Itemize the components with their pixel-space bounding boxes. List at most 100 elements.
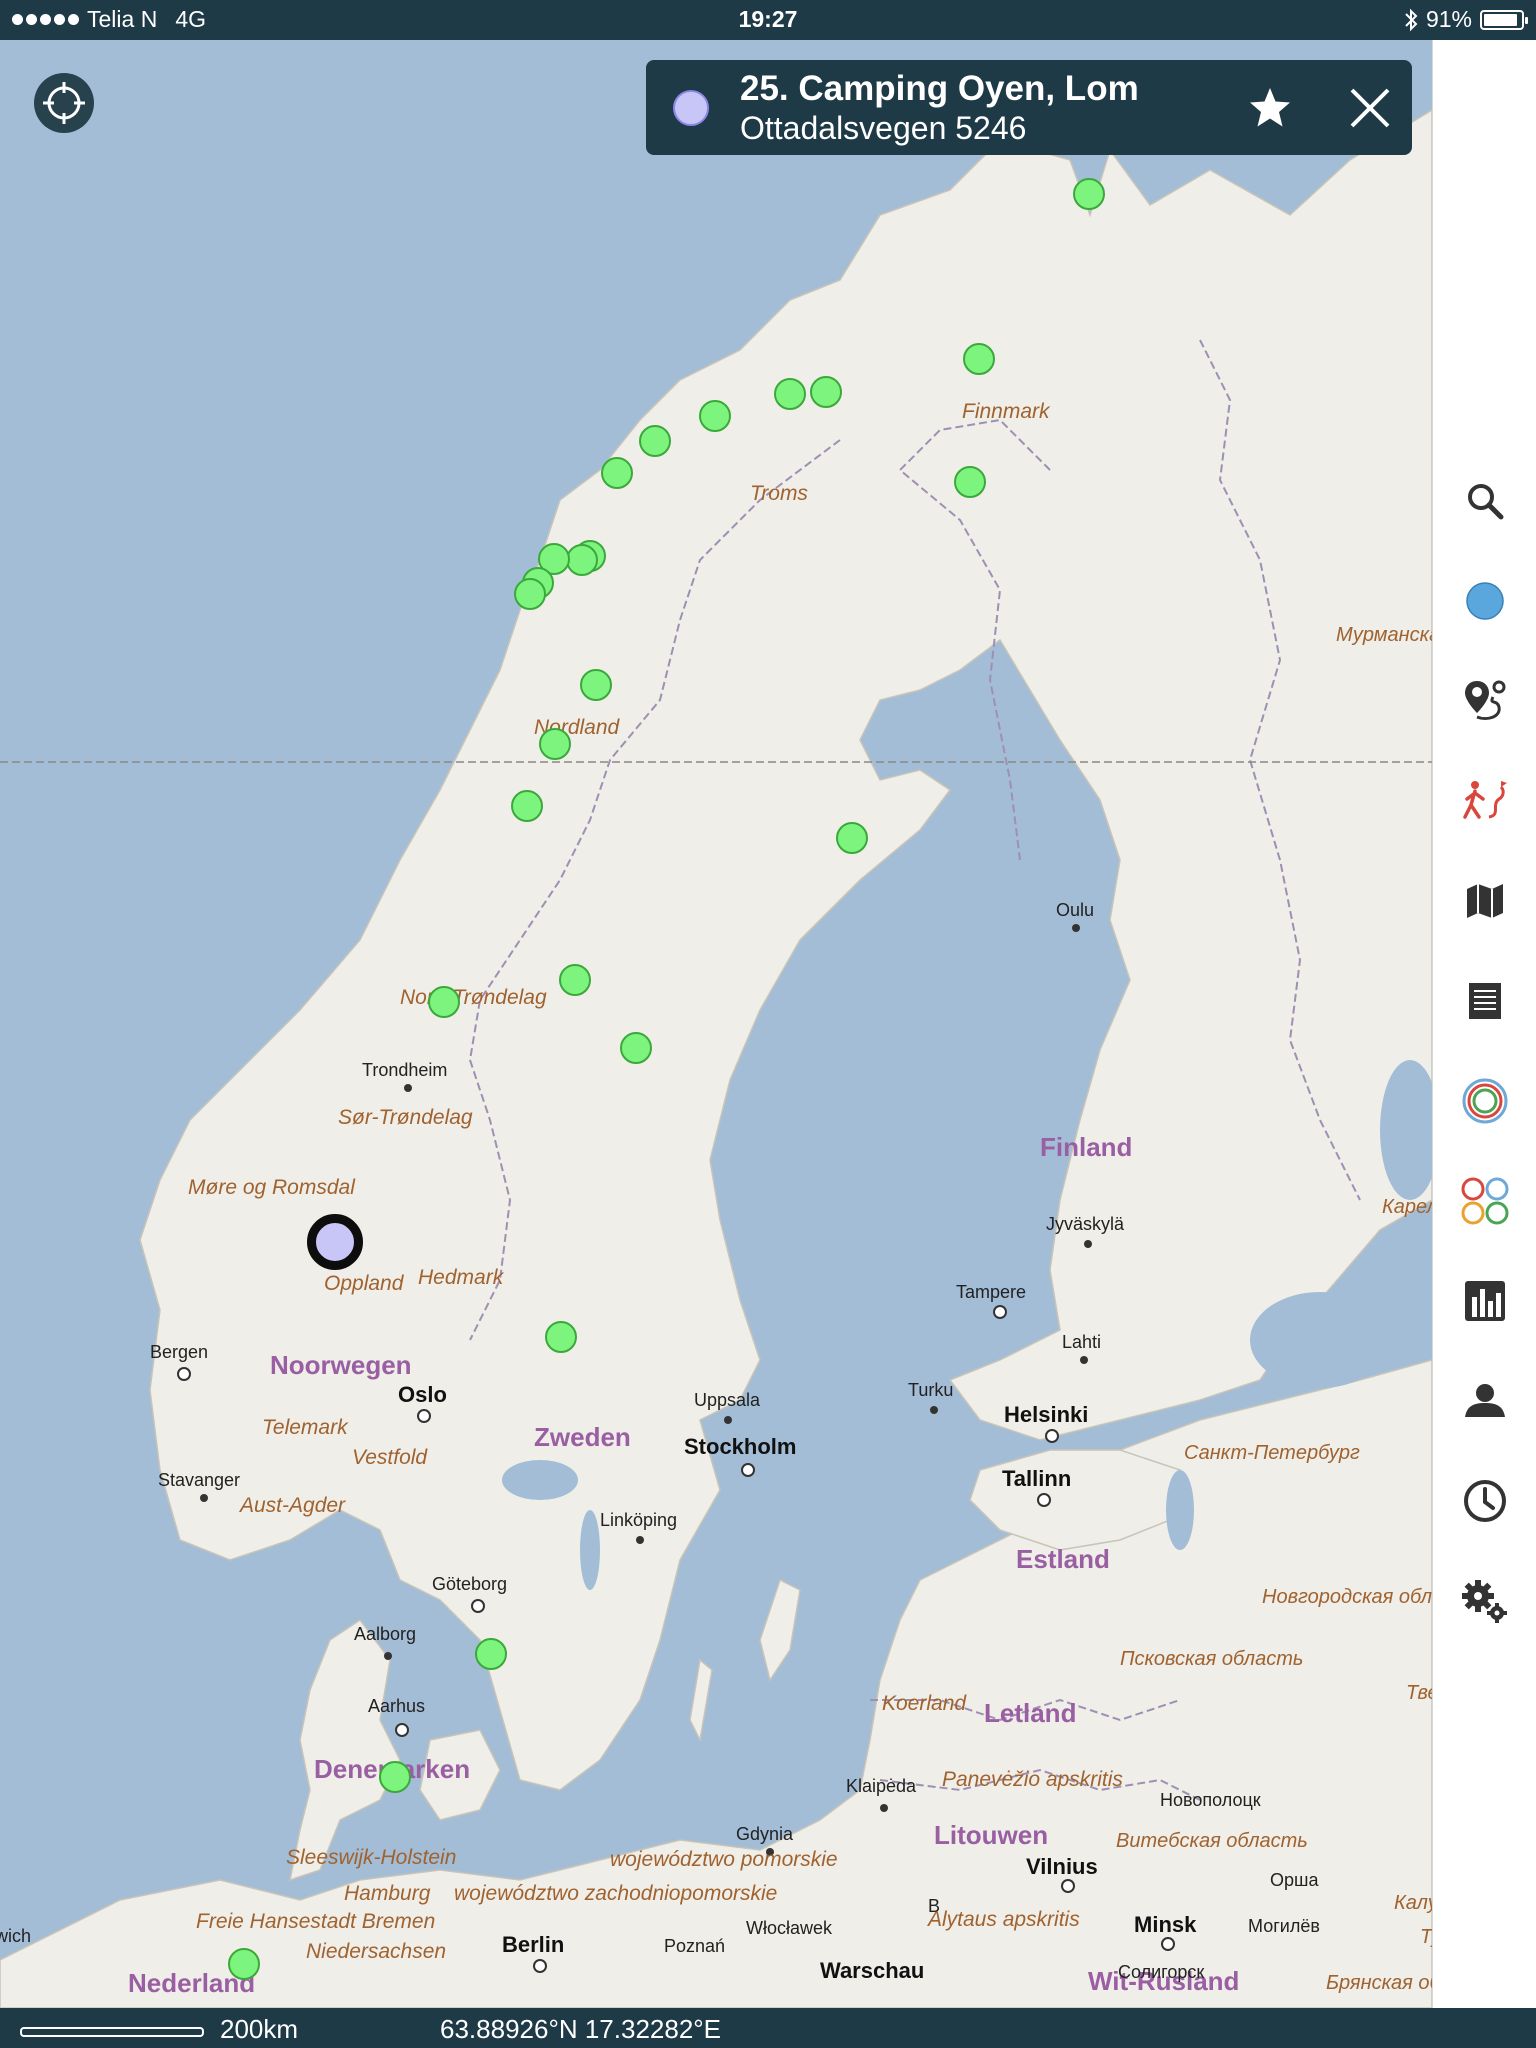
label-soligorsk: Солигорск bbox=[1118, 1962, 1205, 1982]
campsite-marker[interactable] bbox=[545, 1321, 577, 1353]
label-gdynia: Gdynia bbox=[736, 1824, 794, 1844]
city-marker-helsinki bbox=[1045, 1429, 1059, 1443]
label-spb: Санкт-Петербург bbox=[1184, 1442, 1360, 1464]
city-dot-aalborg bbox=[384, 1652, 392, 1660]
city-dot-lahti bbox=[1080, 1356, 1088, 1364]
account-icon bbox=[1465, 1384, 1505, 1417]
city-marker-goteborg bbox=[471, 1599, 485, 1613]
label-troms: Troms bbox=[750, 482, 808, 505]
campsite-marker[interactable] bbox=[566, 544, 598, 576]
right-toolbar bbox=[1432, 40, 1536, 2008]
campsite-marker[interactable] bbox=[511, 790, 543, 822]
color-circles-icon bbox=[1461, 1177, 1509, 1225]
campsite-marker[interactable] bbox=[228, 1948, 260, 1980]
label-berlin: Berlin bbox=[502, 1932, 565, 1957]
status-time: 19:27 bbox=[738, 6, 798, 32]
label-panevezio: Panevėžio apskritis bbox=[942, 1768, 1123, 1791]
label-vestfold: Vestfold bbox=[352, 1446, 428, 1469]
label-letland: Letland bbox=[984, 1698, 1077, 1728]
lake-vanern bbox=[502, 1460, 578, 1500]
settings-button[interactable] bbox=[1455, 1571, 1515, 1631]
battery-fill bbox=[1484, 13, 1517, 26]
hiking-icon bbox=[1463, 781, 1507, 819]
target-rings-icon bbox=[1462, 1078, 1508, 1124]
label-litouwen: Litouwen bbox=[934, 1820, 1049, 1850]
city-dot-turku bbox=[930, 1406, 938, 1414]
list-icon bbox=[1469, 983, 1501, 1019]
label-niedersachsen: Niedersachsen bbox=[306, 1940, 447, 1963]
favorite-button[interactable] bbox=[1246, 84, 1294, 132]
city-dot-oulu bbox=[1072, 924, 1080, 932]
history-button[interactable] bbox=[1455, 1471, 1515, 1531]
location-dot-button[interactable] bbox=[1455, 571, 1515, 631]
hiking-button[interactable] bbox=[1455, 771, 1515, 831]
label-nord-trondelag: Nord-Trøndelag bbox=[400, 986, 547, 1009]
color-circles-button[interactable] bbox=[1455, 1171, 1515, 1231]
status-bar-right: 91% bbox=[1404, 6, 1528, 33]
city-dot-jyvaskyla bbox=[1084, 1240, 1092, 1248]
label-helsinki: Helsinki bbox=[1004, 1402, 1089, 1427]
campsite-marker[interactable] bbox=[954, 466, 986, 498]
label-pskov: Псковская область bbox=[1120, 1648, 1304, 1670]
label-zachodniopomorskie: województwo zachodniopomorskie bbox=[454, 1882, 778, 1905]
campsite-marker[interactable] bbox=[963, 343, 995, 375]
campsite-marker[interactable] bbox=[620, 1032, 652, 1064]
coordinates-readout: 63.88926°N 17.32282°E bbox=[440, 2014, 722, 2044]
label-pomorskie: województwo pomorskie bbox=[610, 1848, 838, 1871]
campsite-marker[interactable] bbox=[1073, 178, 1105, 210]
label-oulu: Oulu bbox=[1056, 900, 1095, 920]
campsite-marker[interactable] bbox=[559, 964, 591, 996]
campsite-marker[interactable] bbox=[836, 822, 868, 854]
campsite-marker[interactable] bbox=[810, 376, 842, 408]
label-alytaus: Alytaus apskritis bbox=[928, 1908, 1080, 1931]
label-tula: Тула bbox=[1420, 1926, 1432, 1948]
campsite-marker[interactable] bbox=[475, 1638, 507, 1670]
map-view[interactable]: Finnmark Troms Nordland Nord-Trøndelag T… bbox=[0, 40, 1432, 2008]
label-novopolotsk: Новополоцк bbox=[1160, 1790, 1261, 1810]
locate-button[interactable] bbox=[34, 73, 94, 133]
chart-button[interactable] bbox=[1455, 1271, 1515, 1331]
campsite-marker[interactable] bbox=[639, 425, 671, 457]
campsite-marker[interactable] bbox=[774, 378, 806, 410]
campsite-marker[interactable] bbox=[580, 669, 612, 701]
label-telemark: Telemark bbox=[262, 1416, 348, 1439]
list-button[interactable] bbox=[1455, 971, 1515, 1031]
label-murmansk: Мурманская область bbox=[1336, 624, 1432, 646]
map-button[interactable] bbox=[1455, 871, 1515, 931]
city-marker-aarhus bbox=[395, 1723, 409, 1737]
battery-icon bbox=[1480, 9, 1528, 30]
city-dot-stavanger bbox=[200, 1494, 208, 1502]
campsite-marker[interactable] bbox=[428, 986, 460, 1018]
label-jyvaskyla: Jyväskylä bbox=[1046, 1214, 1125, 1234]
city-marker-vilnius bbox=[1061, 1879, 1075, 1893]
campsite-marker[interactable] bbox=[601, 457, 633, 489]
lake-vattern bbox=[580, 1510, 600, 1590]
city-marker-bergen bbox=[177, 1367, 191, 1381]
location-dot-icon bbox=[1466, 582, 1504, 620]
city-dot-trondheim bbox=[404, 1084, 412, 1092]
search-button[interactable] bbox=[1455, 471, 1515, 531]
label-more-romsdal: Møre og Romsdal bbox=[188, 1176, 355, 1199]
label-sleeswijk: Sleeswijk-Holstein bbox=[286, 1846, 457, 1869]
account-button[interactable] bbox=[1455, 1371, 1515, 1431]
campsite-marker[interactable] bbox=[379, 1761, 411, 1793]
label-oppland: Oppland bbox=[324, 1272, 404, 1295]
close-button[interactable] bbox=[1346, 84, 1394, 132]
label-kaluga: Калужская bbox=[1394, 1892, 1432, 1914]
city-dot-linkoping bbox=[636, 1536, 644, 1544]
city-marker-tallinn bbox=[1037, 1493, 1051, 1507]
label-warschau: Warschau bbox=[820, 1958, 925, 1983]
route-pin-button[interactable] bbox=[1455, 671, 1515, 731]
campsite-marker[interactable] bbox=[514, 578, 546, 610]
label-noorwegen: Noorwegen bbox=[270, 1350, 412, 1380]
label-koerland: Koerland bbox=[882, 1692, 967, 1715]
target-rings-button[interactable] bbox=[1455, 1071, 1515, 1131]
place-info-card[interactable]: 25. Camping Oyen, Lom Ottadalsvegen 5246 bbox=[646, 60, 1412, 155]
campsite-marker[interactable] bbox=[539, 728, 571, 760]
label-vitebsk: Витебская область bbox=[1116, 1830, 1308, 1852]
status-bar: Telia N 4G 19:27 91% bbox=[0, 0, 1536, 40]
scale-label: 200km bbox=[220, 2014, 299, 2044]
selected-campsite-marker[interactable] bbox=[307, 1214, 363, 1270]
label-bremen: Freie Hansestadt Bremen bbox=[196, 1910, 436, 1933]
campsite-marker[interactable] bbox=[699, 400, 731, 432]
